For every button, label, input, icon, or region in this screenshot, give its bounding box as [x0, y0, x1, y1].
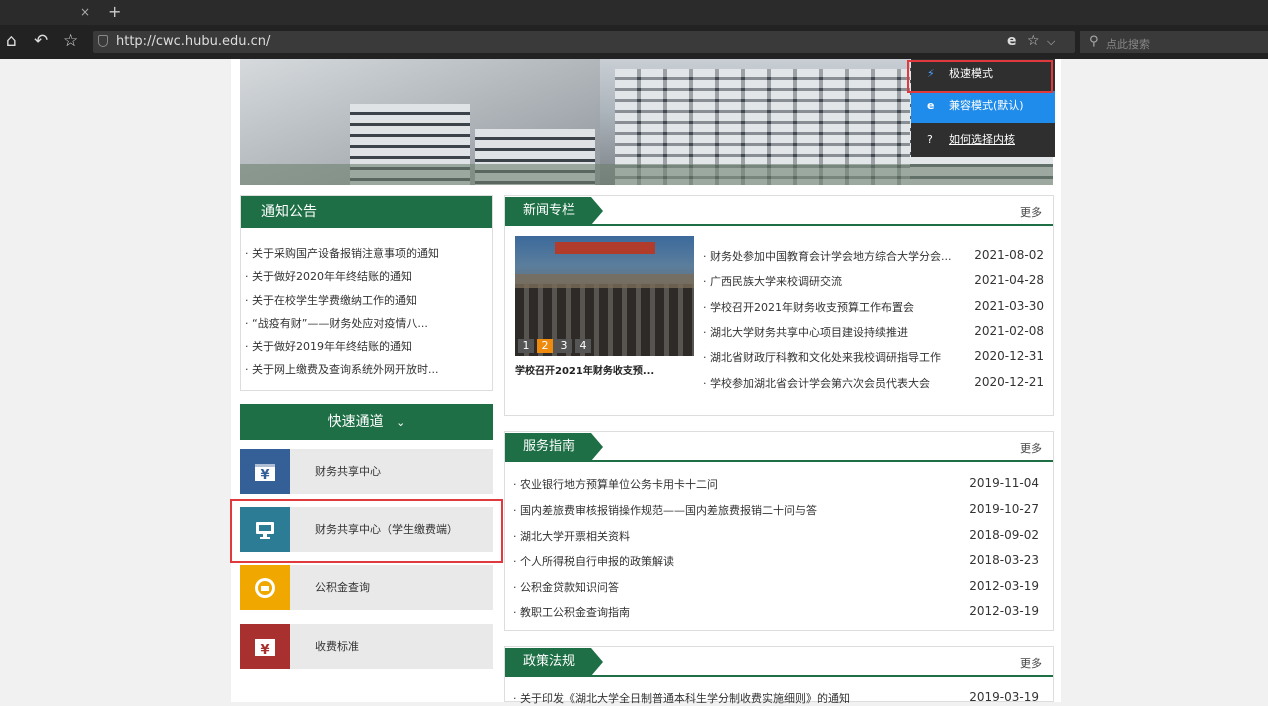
notice-list: · 关于采购国产设备报销注意事项的通知 · 关于做好2020年年终结账的通知 ·…	[245, 245, 490, 385]
service-item[interactable]: · 农业银行地方预算单位公务卡用卡十二问	[513, 476, 718, 492]
service-item[interactable]: · 教职工公积金查询指南	[513, 604, 630, 620]
news-date: 2021-04-28	[974, 273, 1044, 287]
news-date: 2020-12-21	[974, 375, 1044, 389]
menu-item-label: 如何选择内核	[949, 133, 1015, 146]
quick-card-finance-share[interactable]: ¥ 财务共享中心	[240, 449, 493, 494]
policy-title: 政策法规	[505, 648, 603, 676]
news-title: 新闻专栏	[505, 197, 603, 225]
shield-icon	[98, 35, 108, 47]
highlight-box	[907, 60, 1053, 93]
list-item[interactable]: · 关于网上缴费及查询系统外网开放时...	[245, 361, 490, 384]
service-more-link[interactable]: 更多	[1020, 440, 1042, 456]
ie-icon: e	[927, 99, 935, 112]
news-slide-image[interactable]	[515, 236, 694, 356]
service-date: 2012-03-19	[969, 604, 1039, 618]
highlight-box	[230, 499, 503, 563]
news-item[interactable]: · 学校参加湖北省会计学会第六次会员代表大会	[703, 375, 930, 391]
quick-card-label: 公积金查询	[315, 581, 370, 594]
news-date: 2021-08-02	[974, 248, 1044, 262]
quick-card-fee-standard[interactable]: ¥ 收费标准	[240, 624, 493, 669]
bookmark-star-icon[interactable]: ☆	[1027, 33, 1040, 49]
list-item[interactable]: · 关于采购国产设备报销注意事项的通知	[245, 245, 490, 268]
service-title: 服务指南	[505, 433, 603, 461]
new-tab-icon[interactable]: +	[108, 2, 121, 21]
quick-card-label: 收费标准	[315, 640, 359, 653]
news-item[interactable]: · 广西民族大学来校调研交流	[703, 273, 842, 289]
quick-access-title: 快速通道	[327, 414, 384, 430]
tab-close-icon[interactable]: ×	[80, 5, 90, 19]
news-divider	[505, 224, 1053, 226]
news-item[interactable]: · 湖北大学财务共享中心项目建设持续推进	[703, 324, 908, 340]
svg-text:¥: ¥	[260, 643, 269, 658]
news-date: 2021-03-30	[974, 299, 1044, 313]
yuan-icon: ¥	[240, 624, 290, 669]
home-icon[interactable]: ⌂	[6, 31, 17, 51]
news-item[interactable]: · 湖北省财政厅科教和文化处来我校调研指导工作	[703, 349, 941, 365]
notice-title: 通知公告	[241, 196, 492, 228]
policy-divider	[505, 675, 1053, 677]
news-date: 2021-02-08	[974, 324, 1044, 338]
list-item[interactable]: · “战疫有财”——财务处应对疫情八...	[245, 315, 490, 338]
quick-access-header[interactable]: 快速通道 ⌄	[240, 404, 493, 440]
quick-card-label: 财务共享中心	[315, 465, 381, 478]
service-date: 2019-10-27	[969, 502, 1039, 516]
slider-dot[interactable]: 1	[518, 339, 534, 353]
service-item[interactable]: · 国内差旅费审核报销操作规范——国内差旅费报销二十问与答	[513, 502, 817, 518]
service-item[interactable]: · 个人所得税自行申报的政策解读	[513, 553, 674, 569]
service-date: 2012-03-19	[969, 579, 1039, 593]
list-item[interactable]: · 关于在校学生学费缴纳工作的通知	[245, 292, 490, 315]
help-icon: ?	[927, 133, 933, 146]
slider-dot-active[interactable]: 2	[537, 339, 553, 353]
news-date: 2020-12-31	[974, 349, 1044, 363]
slide-caption[interactable]: 学校召开2021年财务收支预...	[515, 362, 654, 377]
service-date: 2018-09-02	[969, 528, 1039, 542]
news-item[interactable]: · 财务处参加中国教育会计学会地方综合大学分会...	[703, 248, 951, 264]
svg-text:¥: ¥	[260, 468, 269, 483]
browser-tab-strip: × +	[0, 0, 1268, 25]
slider-dot[interactable]: 4	[575, 339, 591, 353]
news-more-link[interactable]: 更多	[1020, 204, 1042, 220]
service-divider	[505, 460, 1053, 462]
list-item[interactable]: · 关于做好2019年年终结账的通知	[245, 338, 490, 361]
list-item[interactable]: · 关于做好2020年年终结账的通知	[245, 268, 490, 291]
search-placeholder: 点此搜索	[1106, 38, 1150, 51]
chevron-down-icon: ⌄	[396, 416, 406, 429]
slider-dot[interactable]: 3	[556, 339, 572, 353]
policy-item[interactable]: · 关于印发《湖北大学全日制普通本科生学分制收费实施细则》的通知	[513, 690, 850, 706]
service-date: 2019-11-04	[969, 476, 1039, 490]
favorite-star-icon[interactable]: ☆	[63, 31, 78, 51]
menu-item-label: 兼容模式(默认)	[949, 99, 1024, 112]
policy-more-link[interactable]: 更多	[1020, 655, 1042, 671]
service-item[interactable]: · 湖北大学开票相关资料	[513, 528, 630, 544]
slider-pager: 1 2 3 4	[518, 339, 591, 353]
chevron-down-icon[interactable]: ⌵	[1047, 35, 1055, 49]
yuan-icon: ¥	[240, 449, 290, 494]
quick-card-housing-fund[interactable]: 公积金查询	[240, 565, 493, 610]
back-icon[interactable]: ↶	[34, 31, 48, 51]
search-icon: ⚲	[1089, 34, 1099, 49]
service-date: 2018-03-23	[969, 553, 1039, 567]
ie-mode-icon[interactable]: e	[1007, 33, 1017, 49]
menu-item-compat-mode[interactable]: e 兼容模式(默认)	[911, 91, 1055, 123]
coin-icon	[240, 565, 290, 610]
menu-item-how-to-choose[interactable]: ? 如何选择内核	[911, 125, 1055, 157]
url-text[interactable]: http://cwc.hubu.edu.cn/	[116, 34, 270, 49]
news-item[interactable]: · 学校召开2021年财务收支预算工作布置会	[703, 299, 914, 315]
service-item[interactable]: · 公积金贷款知识问答	[513, 579, 619, 595]
